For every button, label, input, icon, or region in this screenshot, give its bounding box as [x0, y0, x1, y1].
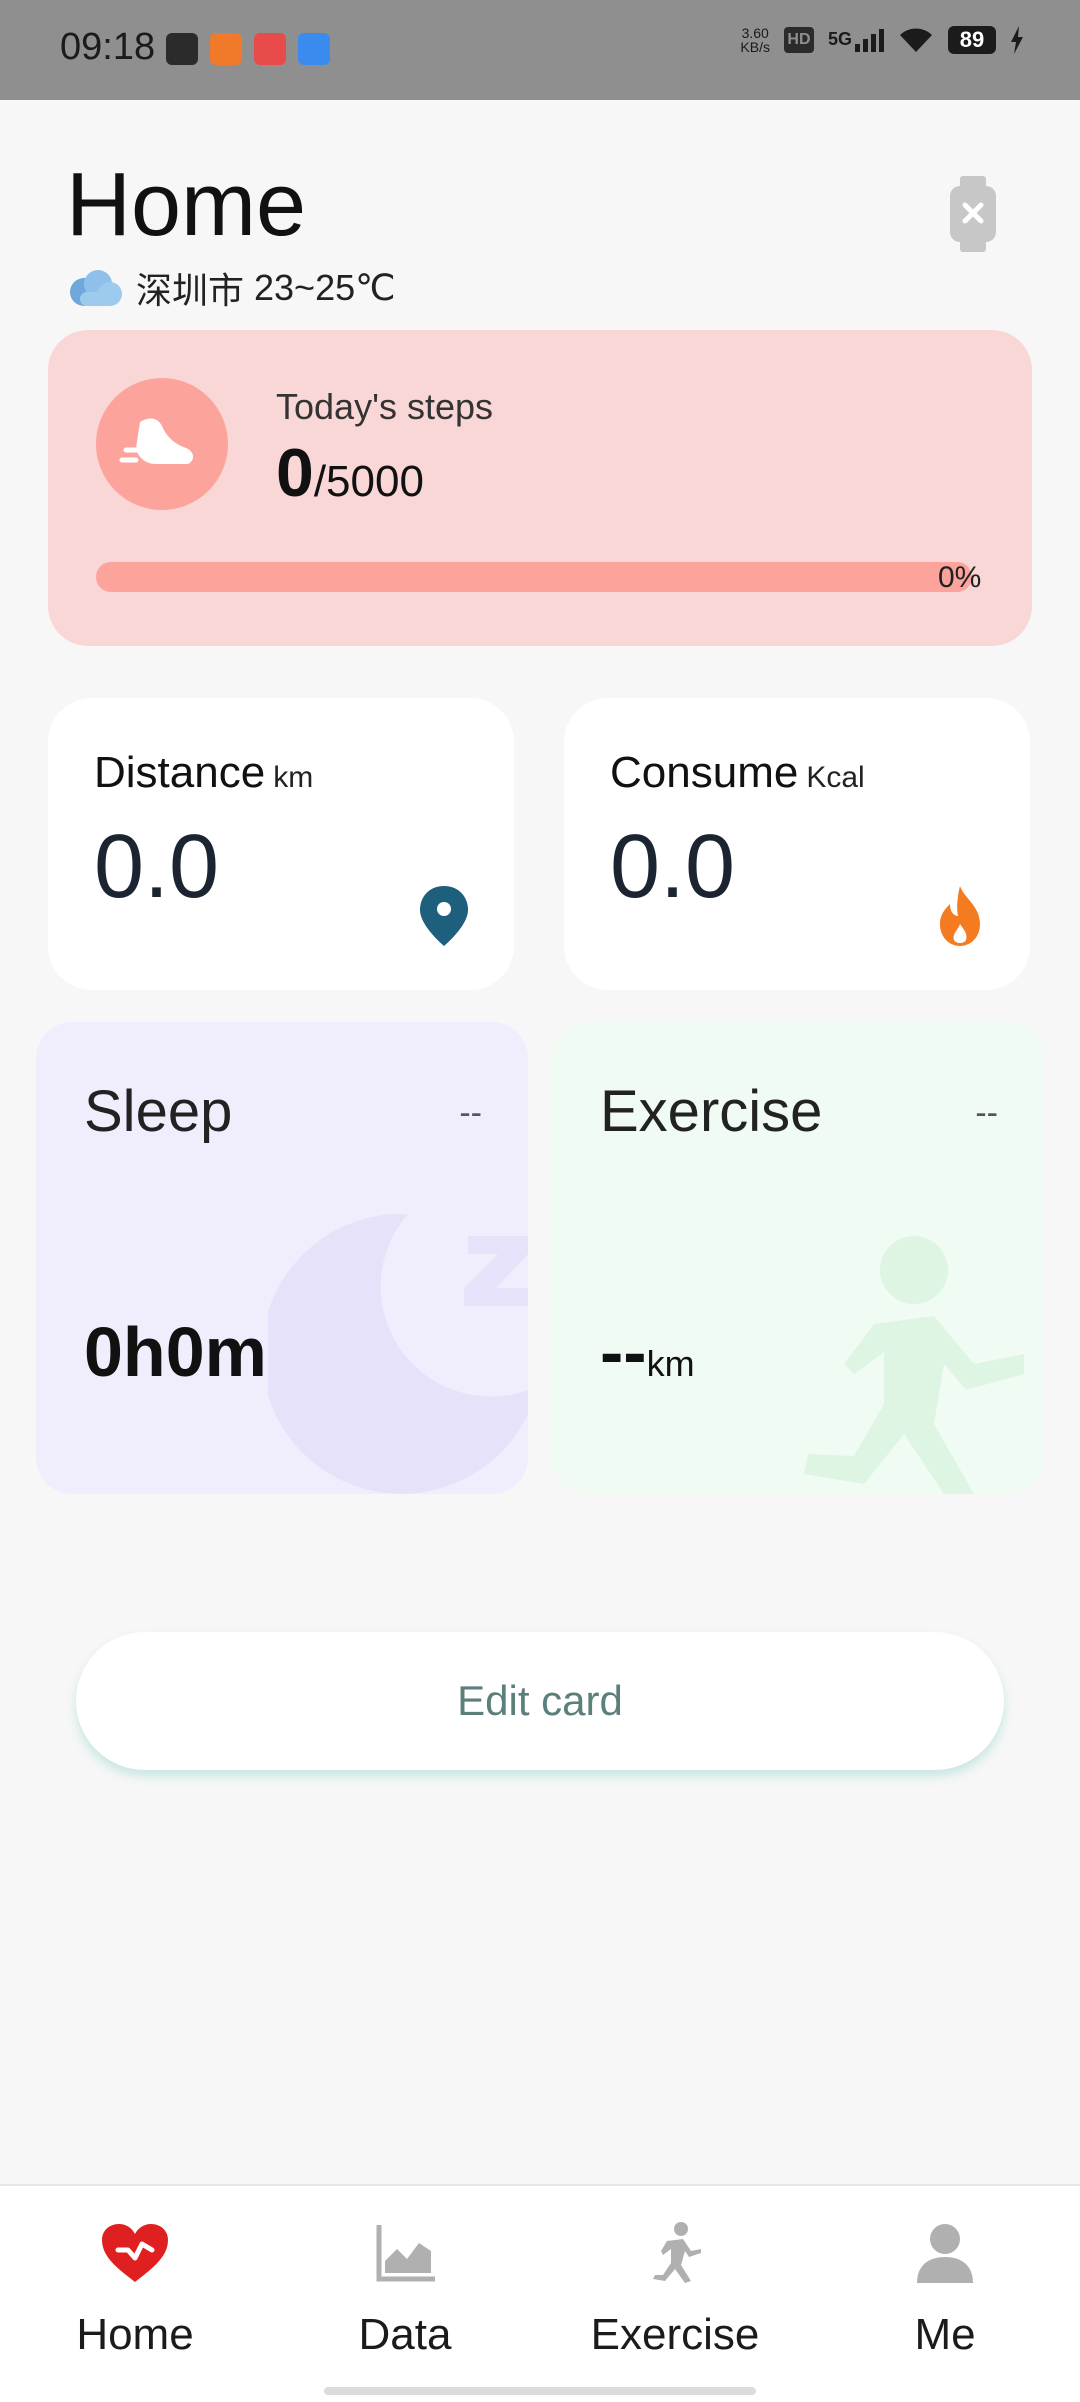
- steps-progress-bar: [96, 562, 972, 592]
- weather-city: 深圳市: [136, 270, 245, 311]
- consume-title: Consume: [610, 748, 799, 797]
- net-speed-unit: KB/s: [740, 39, 770, 55]
- nav-label-home: Home: [76, 2310, 194, 2359]
- exercise-distance: --: [600, 1313, 647, 1391]
- edit-card-button[interactable]: Edit card: [76, 1632, 1004, 1770]
- consume-value: 0.0: [610, 817, 736, 917]
- net-speed: 3.60 KB/s: [740, 26, 770, 54]
- steps-value: 0/5000: [276, 434, 424, 512]
- notification-app-icon: [210, 33, 242, 65]
- status-time: 09:18: [60, 26, 156, 68]
- battery-icon: 89: [948, 26, 996, 54]
- exercise-title: Exercise: [600, 1079, 823, 1144]
- sleep-title: Sleep: [84, 1079, 233, 1144]
- notification-app-icon: [298, 33, 330, 65]
- heart-pulse-icon: [102, 2224, 168, 2282]
- sleep-value: 0h0m: [84, 1313, 267, 1391]
- steps-goal: /5000: [313, 457, 424, 506]
- weather-info: 深圳市 23~25℃: [64, 262, 396, 314]
- nav-item-me[interactable]: Me: [810, 2216, 1080, 2360]
- nav-label-me: Me: [914, 2310, 976, 2359]
- exercise-card[interactable]: Exercise -- --km: [552, 1022, 1044, 1494]
- steps-count: 0: [276, 435, 314, 511]
- distance-value: 0.0: [94, 817, 220, 917]
- runner-icon: [653, 2222, 701, 2283]
- page-title: Home: [66, 155, 307, 255]
- consume-label: Consume Kcal: [610, 748, 865, 798]
- notification-app-icon: [166, 33, 198, 65]
- flame-icon: [940, 886, 980, 946]
- distance-unit: km: [273, 761, 314, 794]
- weather-temp: 23~25℃: [254, 267, 396, 308]
- moon-icon: [268, 1214, 528, 1494]
- exercise-dash: --: [975, 1094, 998, 1132]
- bottom-nav: Home Data Exercise Me: [0, 2184, 1080, 2402]
- location-pin-icon: [420, 886, 468, 946]
- watch-disconnected-icon[interactable]: [948, 176, 998, 252]
- consume-card[interactable]: Consume Kcal 0.0: [564, 698, 1030, 990]
- nav-item-exercise[interactable]: Exercise: [540, 2216, 810, 2360]
- net-speed-value: 3.60: [741, 25, 769, 41]
- nav-label-exercise: Exercise: [590, 2310, 760, 2359]
- steps-progress-percent: 0%: [938, 561, 982, 594]
- distance-card[interactable]: Distance km 0.0: [48, 698, 514, 990]
- wifi-icon: [900, 28, 932, 52]
- battery-level: 89: [959, 27, 985, 52]
- exercise-unit: km: [646, 1343, 695, 1384]
- notification-app-icon: [254, 33, 286, 65]
- charging-icon: [1011, 26, 1023, 54]
- signal-icon: 5G: [827, 28, 884, 52]
- nav-label-data: Data: [358, 2310, 452, 2359]
- cloud-icon: [70, 270, 122, 306]
- home-indicator: [324, 2387, 756, 2395]
- status-indicators: 3.60 KB/s HD 5G 89: [740, 26, 1024, 54]
- hd-icon: HD: [783, 27, 814, 53]
- distance-label: Distance km: [94, 748, 313, 798]
- status-bar: 09:18 3.60 KB/s HD 5G 89: [0, 0, 1080, 100]
- runner-icon: [804, 1236, 1024, 1494]
- network-type: 5G: [827, 28, 852, 49]
- chart-icon: [376, 2225, 435, 2282]
- nav-item-home[interactable]: Home: [0, 2216, 270, 2360]
- nav-item-data[interactable]: Data: [270, 2216, 540, 2360]
- notification-icons: [166, 33, 330, 65]
- consume-unit: Kcal: [806, 761, 865, 794]
- sleep-dash: --: [459, 1094, 482, 1132]
- steps-card[interactable]: Today's steps 0/5000 0%: [48, 330, 1032, 646]
- shoe-icon: [96, 378, 228, 510]
- sleep-card[interactable]: Sleep -- 0h0m: [36, 1022, 528, 1494]
- exercise-value: --km: [600, 1312, 695, 1392]
- steps-label: Today's steps: [276, 386, 493, 427]
- distance-title: Distance: [94, 748, 266, 797]
- person-icon: [917, 2224, 973, 2283]
